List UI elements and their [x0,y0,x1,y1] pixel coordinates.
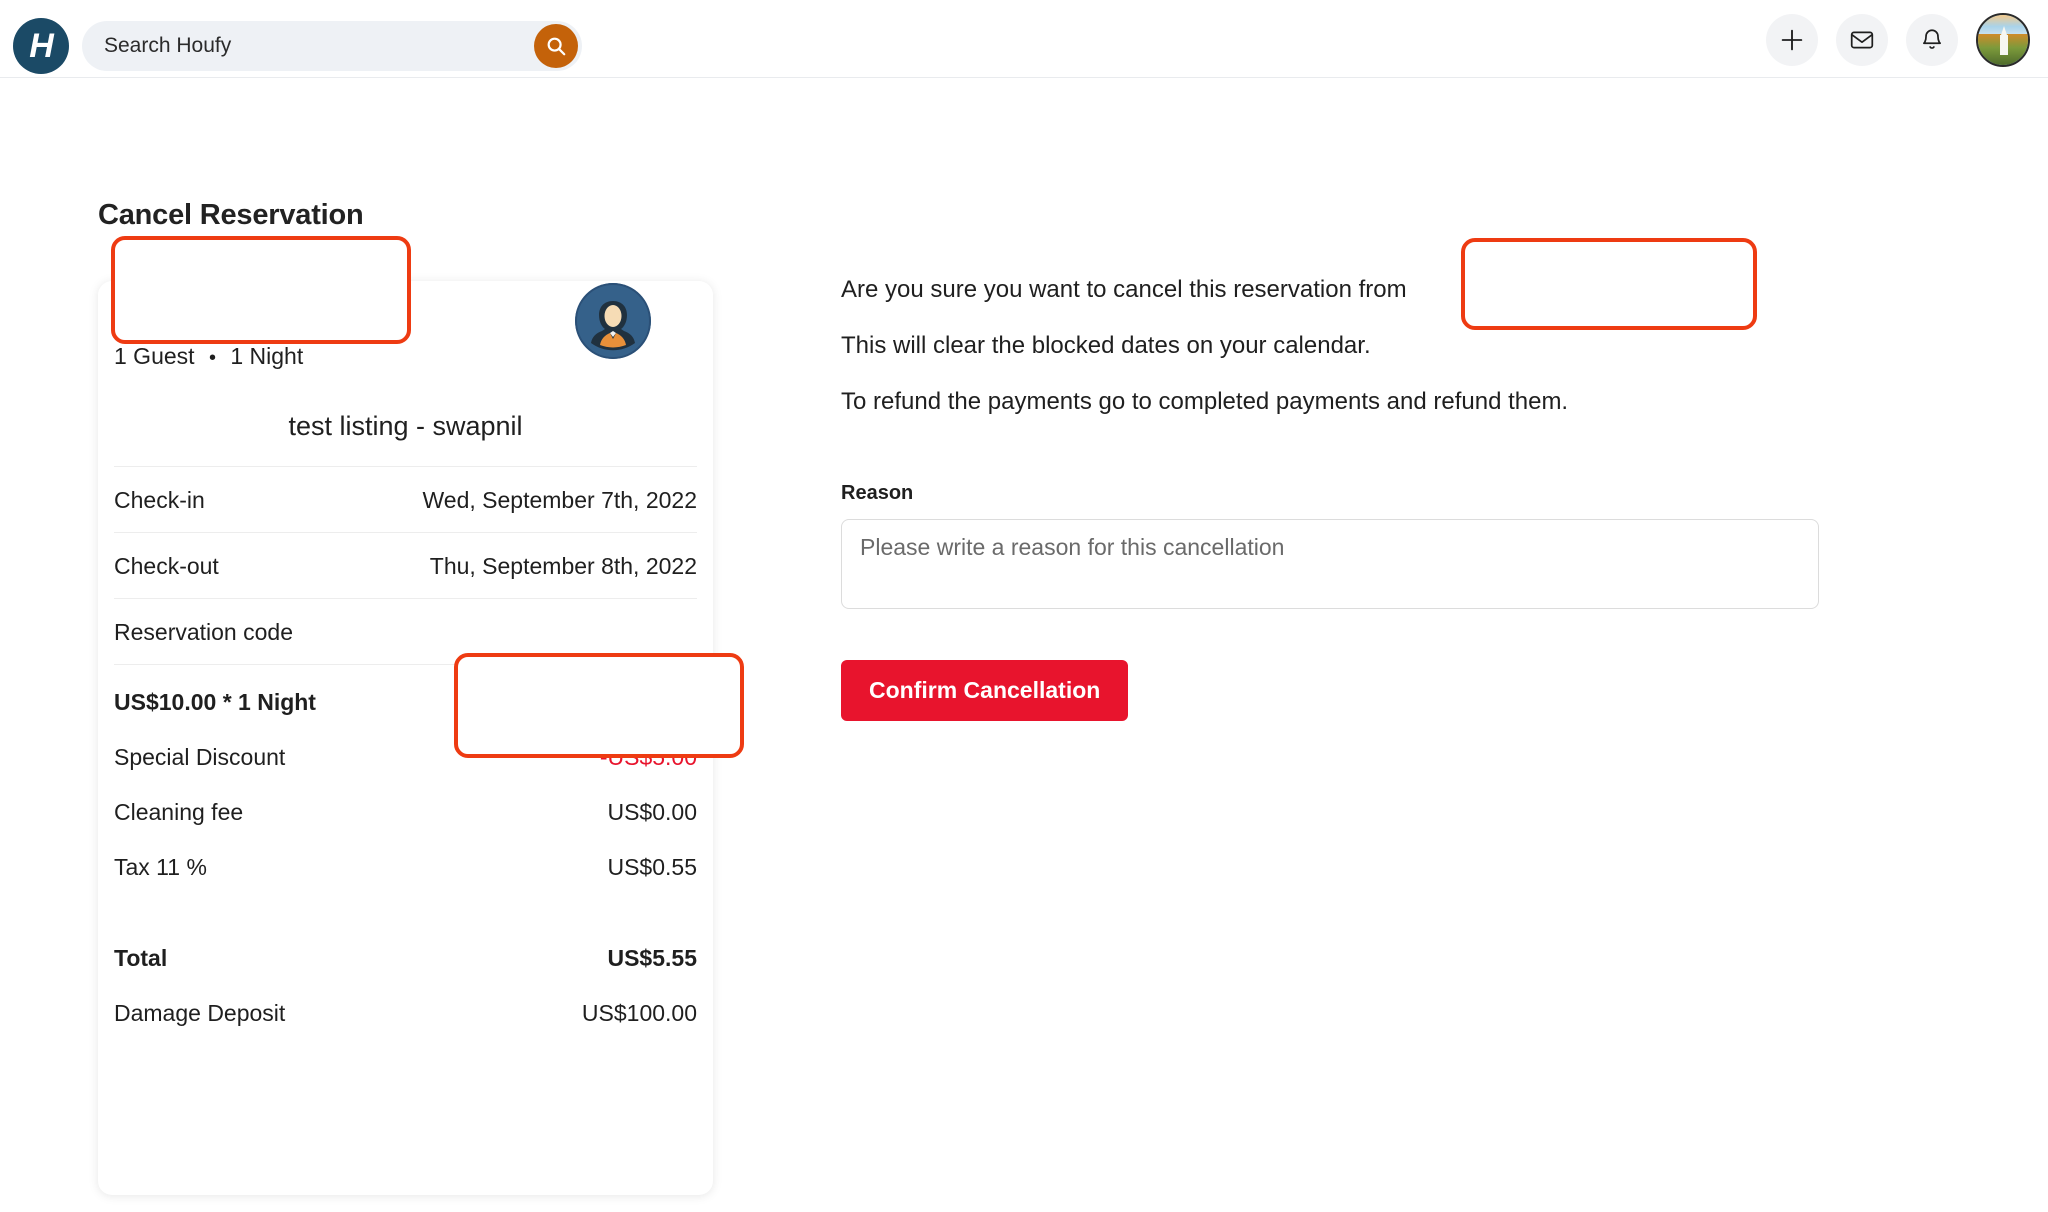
detail-label: Reservation code [114,619,293,646]
price-label: US$10.00 * 1 Night [114,689,316,716]
calendar-note: This will clear the blocked dates on you… [841,332,1371,359]
detail-value: Wed, September 7th, 2022 [422,487,697,513]
avatar-church [2000,26,2008,55]
messages-button[interactable] [1836,14,1888,66]
detail-value: Thu, September 8th, 2022 [429,553,697,580]
price-amount: US$0.55 [607,854,697,881]
logo-letter: H [29,27,54,65]
redaction-box-from-name [1461,238,1757,330]
reason-label: Reason [841,482,914,504]
price-spacer [114,895,697,931]
deposit-amount: US$100.00 [581,1000,697,1027]
plus-icon [1781,29,1803,51]
stay-summary: 1 Guest • 1 Night [114,343,303,370]
confirm-cancellation-button[interactable]: Confirm Cancellation [841,660,1129,721]
cancellation-panel: Are you sure you want to cancel this res… [841,276,1841,721]
total-amount: US$5.55 [607,945,697,972]
detail-label: Check-out [114,553,219,580]
refund-note: To refund the payments go to completed p… [841,388,1569,415]
search-bar[interactable] [82,21,582,71]
price-row: Tax 11 % US$0.55 [114,840,697,895]
header-actions [1766,13,2030,67]
redaction-box-guest-name [111,236,411,344]
price-label: Tax 11 % [114,854,207,881]
detail-row-checkout: Check-out Thu, September 8th, 2022 [114,533,697,600]
reason-input[interactable] [841,519,1819,609]
bell-icon [1923,29,1941,49]
night-count: 1 Night [230,343,304,369]
total-row: Total US$5.55 [114,931,697,986]
profile-avatar[interactable] [1976,13,2030,67]
detail-label: Check-in [114,487,205,513]
damage-deposit-row: Damage Deposit US$100.00 [114,986,697,1041]
search-button[interactable] [534,24,578,68]
total-label: Total [114,945,168,972]
avatar-placeholder-icon [575,283,651,359]
listing-title: test listing - swapnil [114,411,697,467]
redaction-box-reservation-code [454,653,744,758]
search-input[interactable] [82,34,534,58]
houfy-logo[interactable]: H [13,18,69,74]
page-title: Cancel Reservation [98,199,364,231]
guest-count: 1 Guest [114,343,195,369]
price-label: Cleaning fee [114,799,244,826]
envelope-icon [1850,31,1874,49]
price-label: Special Discount [114,744,286,771]
guest-avatar [575,283,651,359]
price-amount: US$0.00 [607,799,697,826]
app-header: H [0,0,2048,78]
search-icon [547,37,566,56]
page-body: Cancel Reservation 1 Guest • 1 Night tes… [0,78,2048,1212]
notifications-button[interactable] [1906,14,1958,66]
create-button[interactable] [1766,14,1818,66]
price-row: Cleaning fee US$0.00 [114,785,697,840]
detail-row-checkin: Check-in Wed, September 7th, 2022 [114,467,697,534]
deposit-label: Damage Deposit [114,1000,286,1027]
separator-dot: • [208,347,216,369]
